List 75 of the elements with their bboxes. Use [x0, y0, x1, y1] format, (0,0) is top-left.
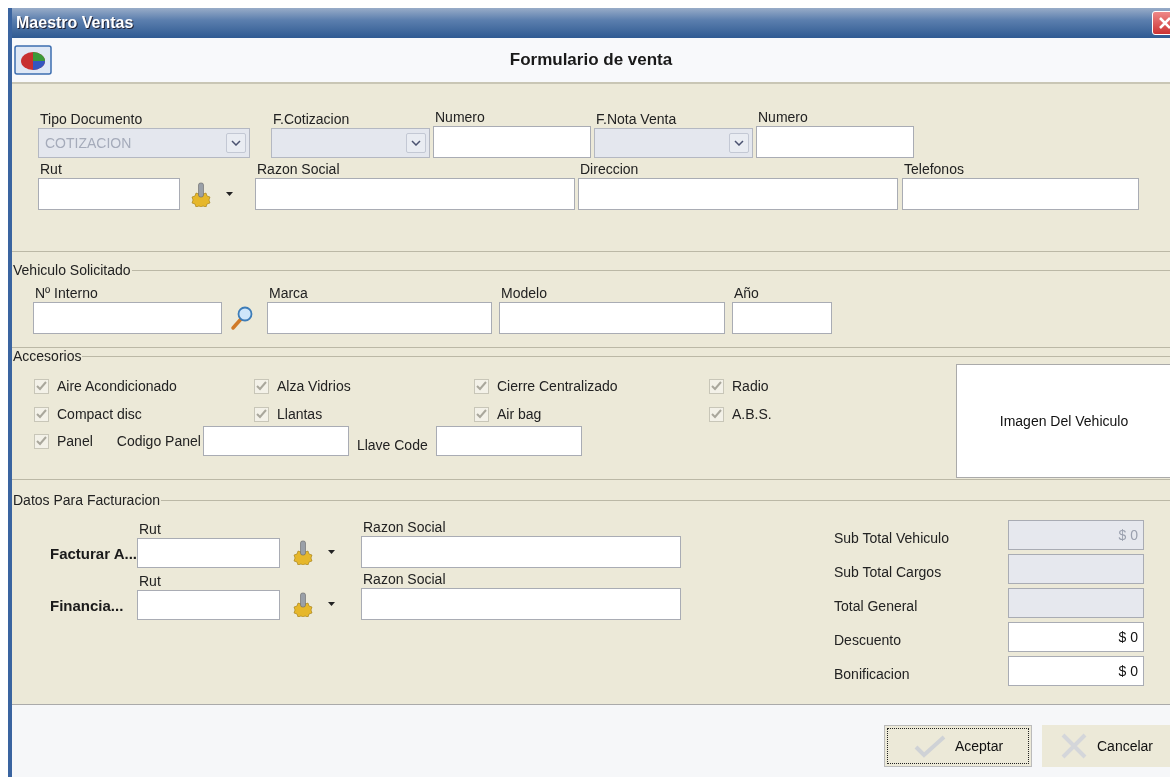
input-field[interactable]	[38, 178, 180, 210]
group-title: Datos Para Facturacion	[12, 492, 162, 508]
field-label: Nº Interno	[34, 284, 99, 302]
input-field[interactable]	[361, 536, 681, 568]
field-label: Direccion	[579, 160, 640, 178]
close-icon	[1158, 16, 1170, 30]
accept-button[interactable]: Aceptar	[884, 725, 1032, 767]
app-icon	[14, 45, 52, 75]
row-label: Financia...	[49, 597, 125, 616]
caret-icon	[328, 602, 335, 606]
field-label: F.Cotizacion	[272, 110, 351, 128]
input-field[interactable]	[902, 178, 1139, 210]
amount-field[interactable]: $ 0	[1008, 656, 1144, 686]
amount-field[interactable]: $ 0	[1008, 622, 1144, 652]
checkbox-label: Cierre Centralizado	[497, 378, 618, 394]
input-field[interactable]	[137, 538, 280, 568]
field-label: F.Nota Venta	[595, 110, 678, 128]
image-caption: Imagen Del Vehiculo	[999, 413, 1129, 429]
checkbox-label: Compact disc	[57, 406, 142, 422]
chevron-icon	[734, 140, 744, 146]
caret-icon	[226, 192, 233, 196]
check-icon	[912, 734, 947, 758]
input-field[interactable]	[435, 426, 582, 456]
total-label: Sub Total Cargos	[834, 563, 943, 580]
input-field[interactable]	[33, 302, 222, 334]
field-label: Rut	[138, 520, 162, 538]
field-label: Llave Code	[355, 436, 428, 454]
field-label: Numero	[757, 108, 809, 126]
search-icon[interactable]	[230, 305, 254, 331]
input-field[interactable]	[267, 302, 492, 334]
checkbox-label: Air bag	[497, 406, 542, 422]
close-icon	[1059, 731, 1089, 761]
group-title: Vehiculo Solicitado	[12, 262, 132, 278]
input-field[interactable]	[499, 302, 725, 334]
field-label: Tipo Documento	[39, 110, 144, 128]
total-label: Bonificacion	[834, 665, 911, 682]
checkbox-label: Aire Acondicionado	[57, 378, 177, 394]
row-label: Facturar A...	[49, 545, 137, 564]
checkbox-label: Panel	[57, 433, 93, 449]
total-label: Sub Total Vehiculo	[834, 529, 950, 546]
input-field[interactable]	[202, 426, 349, 456]
gear-icon	[292, 539, 314, 565]
field-label: Rut	[138, 572, 162, 590]
total-label: Descuento	[834, 631, 902, 648]
field-label: Codigo Panel	[115, 432, 201, 450]
input-field[interactable]	[433, 126, 591, 158]
input-field[interactable]	[578, 178, 898, 210]
field-label: Telefonos	[903, 160, 965, 178]
field-label: Razon Social	[256, 160, 341, 178]
field-label: Marca	[268, 284, 309, 302]
field-label: Modelo	[500, 284, 548, 302]
window-title: Maestro Ventas	[16, 14, 134, 32]
input-field[interactable]	[255, 178, 575, 210]
field-label: Numero	[434, 108, 486, 126]
total-label: Total General	[834, 597, 919, 614]
checkbox-label: Llantas	[277, 406, 323, 422]
field-label: Razon Social	[362, 570, 447, 588]
group-title: Accesorios	[12, 348, 83, 364]
input-field[interactable]	[361, 588, 681, 620]
chevron-icon	[411, 140, 421, 146]
caret-icon	[328, 550, 335, 554]
gear-icon	[190, 181, 212, 207]
input-field[interactable]	[732, 302, 832, 334]
input-field[interactable]	[137, 590, 280, 620]
chevron-icon	[231, 140, 241, 146]
field-label: Rut	[39, 160, 63, 178]
cancel-button[interactable]: Cancelar	[1042, 725, 1170, 767]
input-field[interactable]	[756, 126, 914, 158]
form-title: Formulario de venta	[509, 50, 674, 70]
checkbox-label: A.B.S.	[732, 406, 772, 422]
checkbox-label: Alza Vidrios	[277, 378, 351, 394]
gear-icon	[292, 591, 314, 617]
field-label: Razon Social	[362, 518, 447, 536]
field-label: Año	[733, 284, 760, 302]
checkbox-label: Radio	[732, 378, 769, 394]
